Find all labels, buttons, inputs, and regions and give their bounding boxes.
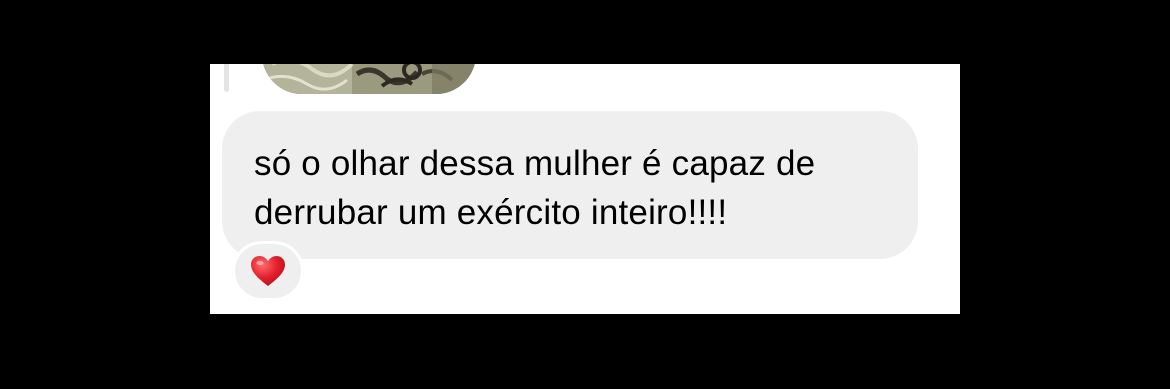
- thumbnail-image: [262, 64, 476, 94]
- shared-image-thumbnail[interactable]: [262, 64, 476, 94]
- reaction-badge[interactable]: [232, 241, 304, 301]
- message-bubble[interactable]: só o olhar dessa mulher é capaz de derru…: [222, 111, 918, 259]
- screenshot-frame: só o olhar dessa mulher é capaz de derru…: [0, 0, 1170, 389]
- chat-panel: só o olhar dessa mulher é capaz de derru…: [210, 64, 960, 314]
- reply-indicator: [224, 64, 229, 92]
- message-text: só o olhar dessa mulher é capaz de derru…: [254, 144, 816, 232]
- heart-icon: [251, 255, 285, 286]
